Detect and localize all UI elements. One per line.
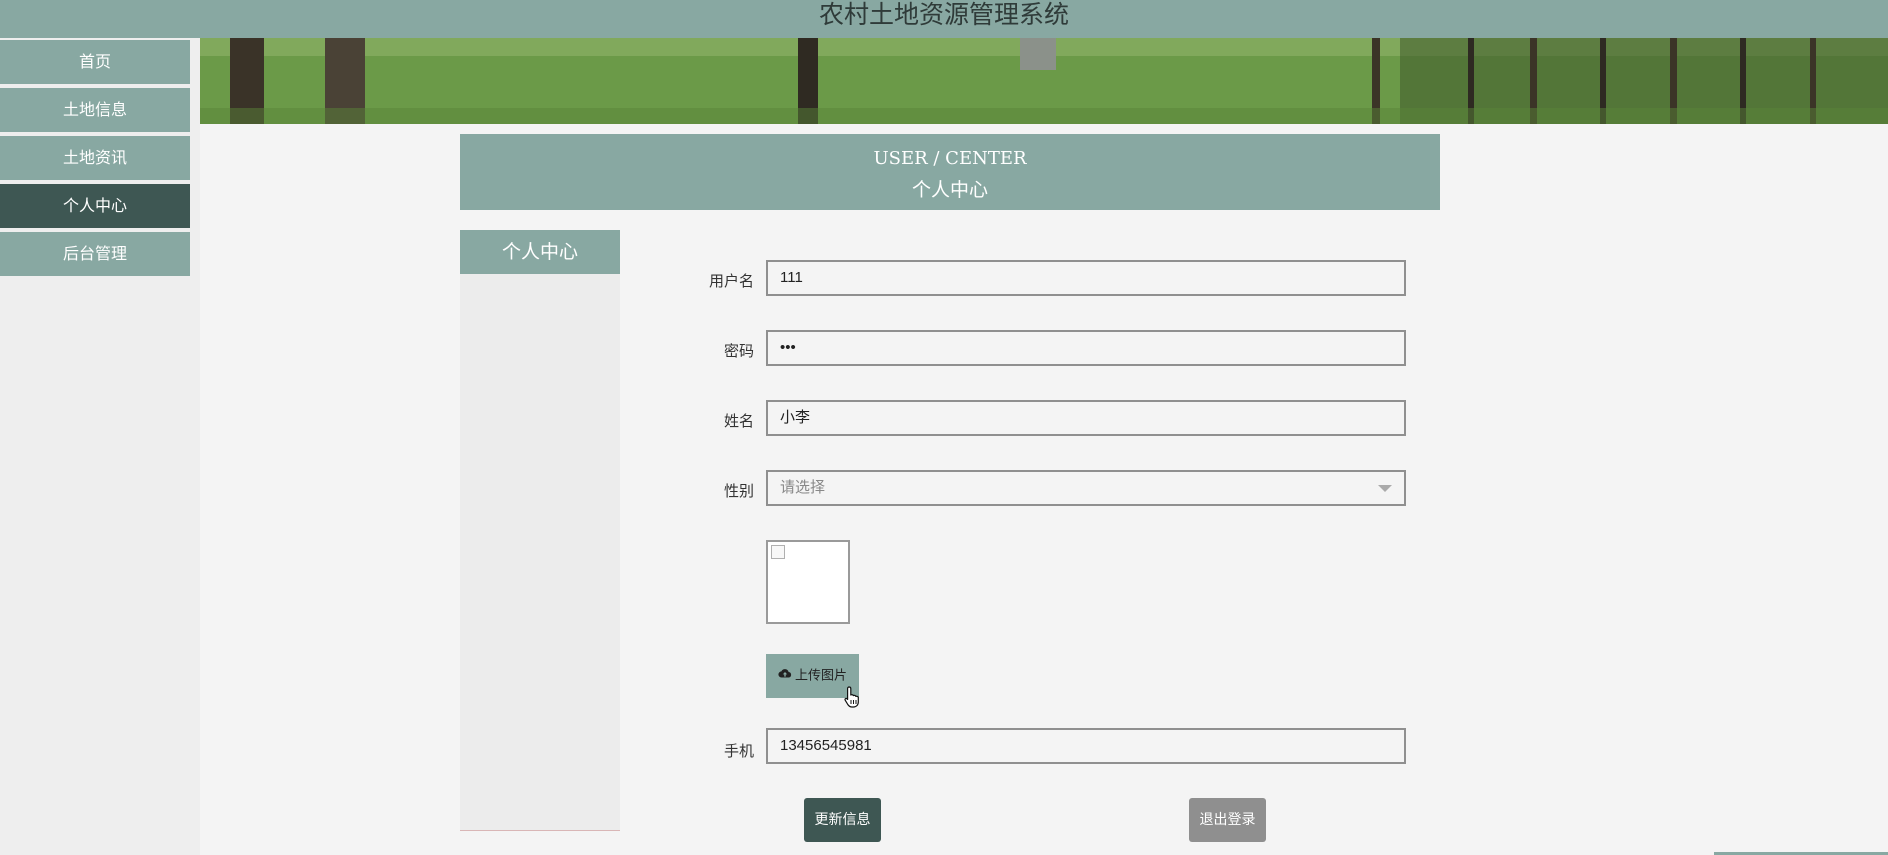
gender-select-placeholder: 请选择 <box>780 479 826 496</box>
sidebar-nav: 首页 土地信息 土地资讯 个人中心 后台管理 <box>0 38 200 855</box>
nav-item-home[interactable]: 首页 <box>0 40 190 84</box>
broken-image-icon <box>771 545 785 559</box>
password-label: 密码 <box>723 342 754 360</box>
banner-image <box>200 38 1888 124</box>
app-title-bar: 农村土地资源管理系统 <box>0 0 1888 38</box>
upload-image-label: 上传图片 <box>794 668 847 684</box>
gender-label: 性别 <box>723 482 754 500</box>
logout-button[interactable]: 退出登录 <box>1189 798 1266 842</box>
username-label: 用户名 <box>708 272 754 290</box>
username-input[interactable]: 111 <box>766 260 1406 296</box>
side-panel-tab-user-center[interactable]: 个人中心 <box>460 230 620 274</box>
nav-item-user-center[interactable]: 个人中心 <box>0 184 190 228</box>
name-input[interactable]: 小李 <box>766 400 1406 436</box>
section-title-en: USER / CENTER <box>873 148 1027 169</box>
name-label: 姓名 <box>723 412 754 430</box>
nav-item-admin[interactable]: 后台管理 <box>0 232 190 276</box>
section-title-cn: 个人中心 <box>911 179 988 201</box>
password-input[interactable]: ••• <box>766 330 1406 366</box>
side-panel: 个人中心 <box>460 230 620 831</box>
phone-input[interactable]: 13456545981 <box>766 728 1406 764</box>
phone-label: 手机 <box>723 742 754 760</box>
cloud-upload-icon <box>778 654 792 698</box>
section-header: USER / CENTER 个人中心 <box>460 134 1440 210</box>
gender-select[interactable]: 请选择 <box>766 470 1406 506</box>
avatar-preview <box>766 540 850 624</box>
app-title: 农村土地资源管理系统 <box>818 0 1069 29</box>
update-info-button[interactable]: 更新信息 <box>804 798 881 842</box>
nav-item-land-news[interactable]: 土地资讯 <box>0 136 190 180</box>
chevron-down-icon <box>1378 485 1392 492</box>
hand-cursor-icon <box>844 686 862 712</box>
nav-item-land-info[interactable]: 土地信息 <box>0 88 190 132</box>
